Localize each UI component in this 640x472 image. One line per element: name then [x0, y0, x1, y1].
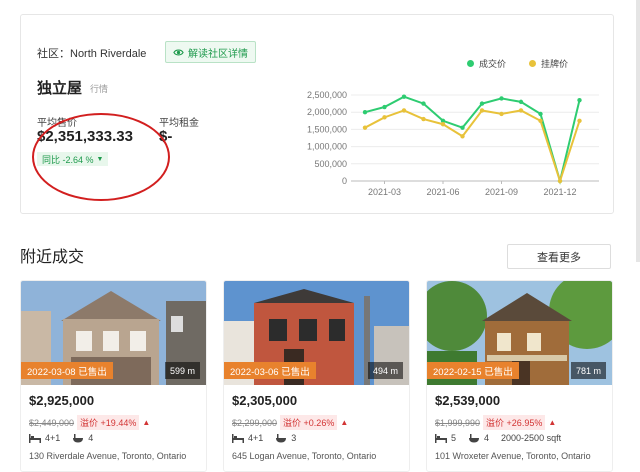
bath-count: 4 [484, 433, 490, 443]
distance-badge: 494 m [367, 362, 403, 379]
data-point [362, 125, 368, 130]
x-tick-label: 2021-06 [426, 187, 459, 197]
x-tick-label: 2021-09 [485, 187, 518, 197]
price-comparison: $2,299,000 溢价 +0.26% ▲ [232, 415, 348, 430]
data-point [479, 101, 485, 106]
listing-card[interactable]: 2022-03-08 已售出 599 m $2,925,000 $2,449,0… [20, 280, 207, 472]
bath-icon [73, 434, 84, 443]
legend-sold[interactable]: 成交价 [467, 57, 506, 70]
data-point [421, 101, 426, 106]
eye-icon [173, 49, 184, 55]
sold-price: $2,925,000 [29, 393, 95, 408]
property-type-title: 独立屋 [37, 80, 83, 97]
listing-features: 4+1 3 [232, 433, 296, 443]
premium-badge: 溢价 +19.44% [77, 415, 140, 430]
y-tick-label: 2,000,000 [307, 107, 347, 117]
bed-count: 4+1 [45, 433, 61, 443]
view-more-button[interactable]: 查看更多 [507, 244, 611, 269]
reveal-button-label: 解读社区详情 [188, 48, 248, 60]
sold-price: $2,539,000 [435, 393, 501, 408]
list-legend-dot [529, 60, 536, 67]
x-tick-label: 2021-03 [368, 187, 401, 197]
reveal-community-details-button[interactable]: 解读社区详情 [165, 41, 256, 63]
bed-icon [232, 434, 244, 443]
y-tick-label: 1,500,000 [307, 124, 347, 134]
list-price: $2,299,000 [232, 417, 278, 428]
data-point [440, 122, 446, 127]
data-point [538, 118, 543, 123]
up-arrow-icon: ▲ [142, 418, 151, 427]
bed-count: 5 [451, 433, 457, 443]
y-tick-label: 0 [342, 176, 347, 186]
market-summary-card: 社区：North Riverdale 解读社区详情 独立屋 行情 平均售价 平均… [20, 14, 614, 214]
list-price: $1,999,990 [435, 417, 481, 428]
bath-icon [276, 434, 287, 443]
data-point [518, 108, 524, 113]
page-scrollbar[interactable] [636, 0, 640, 262]
data-point [401, 108, 407, 113]
premium-badge: 溢价 +0.26% [280, 415, 338, 430]
sold-date-tag: 2022-03-06 已售出 [224, 362, 316, 379]
listing-address: 101 Wroxeter Avenue, Toronto, Ontario [435, 451, 591, 461]
community-label: 社区：North Riverdale [37, 48, 147, 60]
price-comparison: $2,449,000 溢价 +19.44% ▲ [29, 415, 150, 430]
listing-card[interactable]: 2022-02-15 已售出 781 m $2,539,000 $1,999,9… [426, 280, 613, 472]
series-line-list [364, 109, 581, 185]
listing-features: 4+1 4 [29, 433, 93, 443]
nearby-sales-title: 附近成交 [20, 249, 85, 266]
sold-legend-dot [467, 60, 474, 67]
data-point [518, 99, 524, 105]
distance-badge: 781 m [570, 362, 606, 379]
x-tick-label: 2021-12 [543, 187, 576, 197]
data-point [421, 116, 426, 122]
data-point [382, 104, 387, 110]
data-point [479, 108, 485, 113]
sold-price: $2,305,000 [232, 393, 298, 408]
listing-card[interactable]: 2022-03-06 已售出 494 m $2,305,000 $2,299,0… [223, 280, 410, 472]
data-point [557, 178, 563, 184]
data-point [499, 111, 504, 117]
bed-count: 4+1 [248, 433, 264, 443]
data-point [499, 96, 504, 101]
bath-count: 4 [88, 433, 94, 443]
y-tick-label: 1,000,000 [307, 142, 347, 152]
listing-features: 5 4 2000-2500 sqft [435, 433, 561, 443]
price-comparison: $1,999,990 溢价 +26.95% ▲ [435, 415, 556, 430]
red-annotation-circle [32, 113, 170, 201]
sold-date-tag: 2022-02-15 已售出 [427, 362, 519, 379]
bath-count: 3 [291, 433, 297, 443]
data-point [538, 111, 543, 117]
sold-date-tag: 2022-03-08 已售出 [21, 362, 113, 379]
data-point [382, 115, 387, 120]
listing-address: 130 Riverdale Avenue, Toronto, Ontario [29, 451, 187, 461]
up-arrow-icon: ▲ [340, 418, 349, 427]
up-arrow-icon: ▲ [548, 418, 557, 427]
data-point [362, 110, 368, 115]
legend-list[interactable]: 挂牌价 [529, 57, 568, 70]
listing-address: 645 Logan Avenue, Toronto, Ontario [232, 451, 377, 461]
bath-icon [469, 434, 480, 443]
distance-badge: 599 m [164, 362, 200, 379]
price-trend-chart: 0 500,000 1,000,000 1,500,000 2,000,000 2,500… [307, 90, 599, 197]
property-type-subtitle: 行情 [90, 84, 109, 94]
y-tick-label: 2,500,000 [307, 90, 347, 100]
data-point [460, 134, 465, 139]
list-price: $2,449,000 [29, 417, 75, 428]
avg-rent-label: 平均租金 [159, 118, 199, 129]
bed-icon [435, 434, 447, 443]
list-legend-label: 挂牌价 [541, 59, 569, 69]
data-point [577, 97, 582, 103]
data-point [577, 118, 582, 123]
sqft-range: 2000-2500 sqft [501, 433, 562, 443]
y-tick-label: 500,000 [314, 159, 347, 169]
bed-icon [29, 434, 41, 443]
data-point [401, 94, 407, 99]
premium-badge: 溢价 +26.95% [483, 415, 546, 430]
data-point [460, 125, 465, 130]
sold-legend-label: 成交价 [479, 59, 507, 69]
